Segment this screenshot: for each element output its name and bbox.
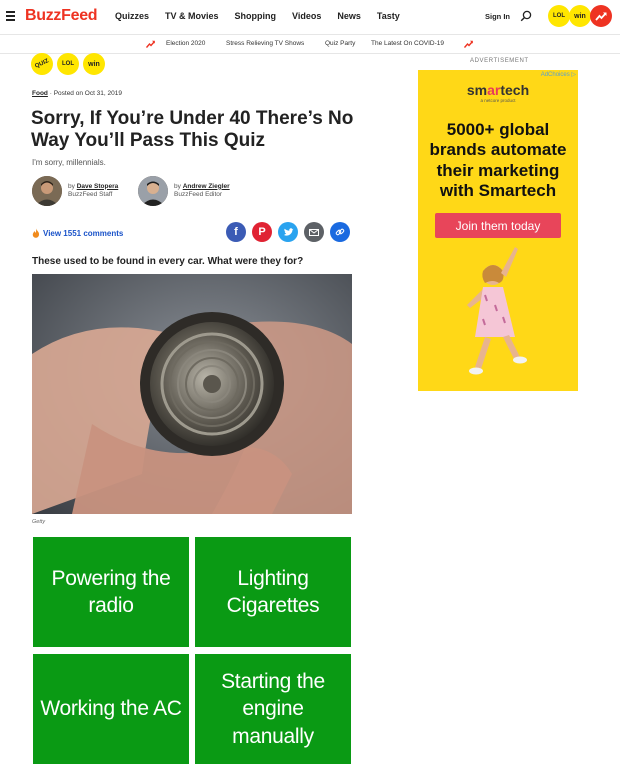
ad-headline: 5000+ global brands automate their marke…: [429, 120, 567, 201]
trending-arrow-icon: [464, 40, 473, 48]
adchoices-link[interactable]: AdChoices ▷: [541, 71, 576, 78]
trending-bar: Election 2020 Stress Relieving TV Shows …: [0, 34, 620, 54]
avatar[interactable]: [32, 176, 62, 206]
ad-cta-button[interactable]: Join them today: [435, 213, 561, 238]
ad-girl-illustration: [467, 247, 527, 375]
quiz-question: These used to be found in every car. Wha…: [32, 256, 304, 267]
trending-item[interactable]: Quiz Party: [325, 40, 355, 47]
answer-button[interactable]: Working the AC: [33, 654, 189, 764]
copy-link-icon[interactable]: [330, 222, 350, 242]
main-nav: Quizzes TV & Movies Shopping Videos News…: [115, 11, 416, 21]
image-credit: Getty: [32, 519, 46, 525]
trending-item[interactable]: Election 2020: [166, 40, 205, 47]
question-image: [32, 274, 352, 514]
author-name-link[interactable]: Andrew Ziegler: [183, 183, 230, 190]
author-byline: by Andrew Ziegler BuzzFeed Editor: [138, 176, 230, 206]
trending-arrow-icon: [146, 40, 155, 48]
author-role: BuzzFeed Editor: [174, 191, 223, 198]
article-title: Sorry, If You’re Under 40 There’s No Way…: [31, 108, 354, 151]
nav-shopping[interactable]: Shopping: [235, 11, 277, 21]
trending-badge-icon[interactable]: [590, 5, 612, 27]
answer-button[interactable]: Starting the engine manually: [195, 654, 351, 764]
author-role: BuzzFeed Staff: [68, 191, 113, 198]
top-navigation: BuzzFeed Quizzes TV & Movies Shopping Vi…: [0, 0, 620, 34]
win-badge[interactable]: win: [569, 5, 591, 27]
smartech-ad[interactable]: AdChoices ▷ smartech a netcore product 5…: [418, 70, 578, 391]
nav-tasty[interactable]: Tasty: [377, 11, 400, 21]
lol-badge[interactable]: LOL: [548, 5, 570, 27]
win-badge[interactable]: win: [83, 53, 105, 75]
category-link[interactable]: Food: [32, 90, 48, 97]
article-subtitle: I'm sorry, millennials.: [32, 158, 106, 167]
view-comments-link[interactable]: View 1551 comments: [32, 228, 123, 238]
ad-brand-logo: smartech: [466, 82, 530, 98]
search-icon[interactable]: [520, 10, 532, 22]
nav-videos[interactable]: Videos: [292, 11, 321, 21]
answer-button[interactable]: Lighting Cigarettes: [195, 537, 351, 647]
posted-date: Posted on Oct 31, 2019: [53, 90, 122, 97]
ad-tagline: a netcore product: [480, 98, 516, 103]
facebook-share-icon[interactable]: f: [226, 222, 246, 242]
trending-item[interactable]: Stress Relieving TV Shows: [226, 40, 304, 47]
hamburger-menu-icon[interactable]: [6, 11, 15, 21]
nav-tv-movies[interactable]: TV & Movies: [165, 11, 219, 21]
nav-news[interactable]: News: [337, 11, 361, 21]
lol-badge[interactable]: LOL: [57, 53, 79, 75]
answer-button[interactable]: Powering the radio: [33, 537, 189, 647]
buzzfeed-logo[interactable]: BuzzFeed: [25, 7, 98, 25]
fire-icon: [32, 228, 40, 238]
article-meta: Food · Posted on Oct 31, 2019: [32, 90, 122, 97]
avatar[interactable]: [138, 176, 168, 206]
author-name-link[interactable]: Dave Stopera: [77, 183, 119, 190]
nav-quizzes[interactable]: Quizzes: [115, 11, 149, 21]
email-share-icon[interactable]: [304, 222, 324, 242]
twitter-share-icon[interactable]: [278, 222, 298, 242]
sign-in-link[interactable]: Sign In: [485, 12, 510, 21]
advertisement-label: ADVERTISEMENT: [470, 58, 529, 64]
pinterest-share-icon[interactable]: P: [252, 222, 272, 242]
author-byline: by Dave Stopera BuzzFeed Staff: [32, 176, 118, 206]
trending-item[interactable]: The Latest On COVID-19: [371, 40, 444, 47]
